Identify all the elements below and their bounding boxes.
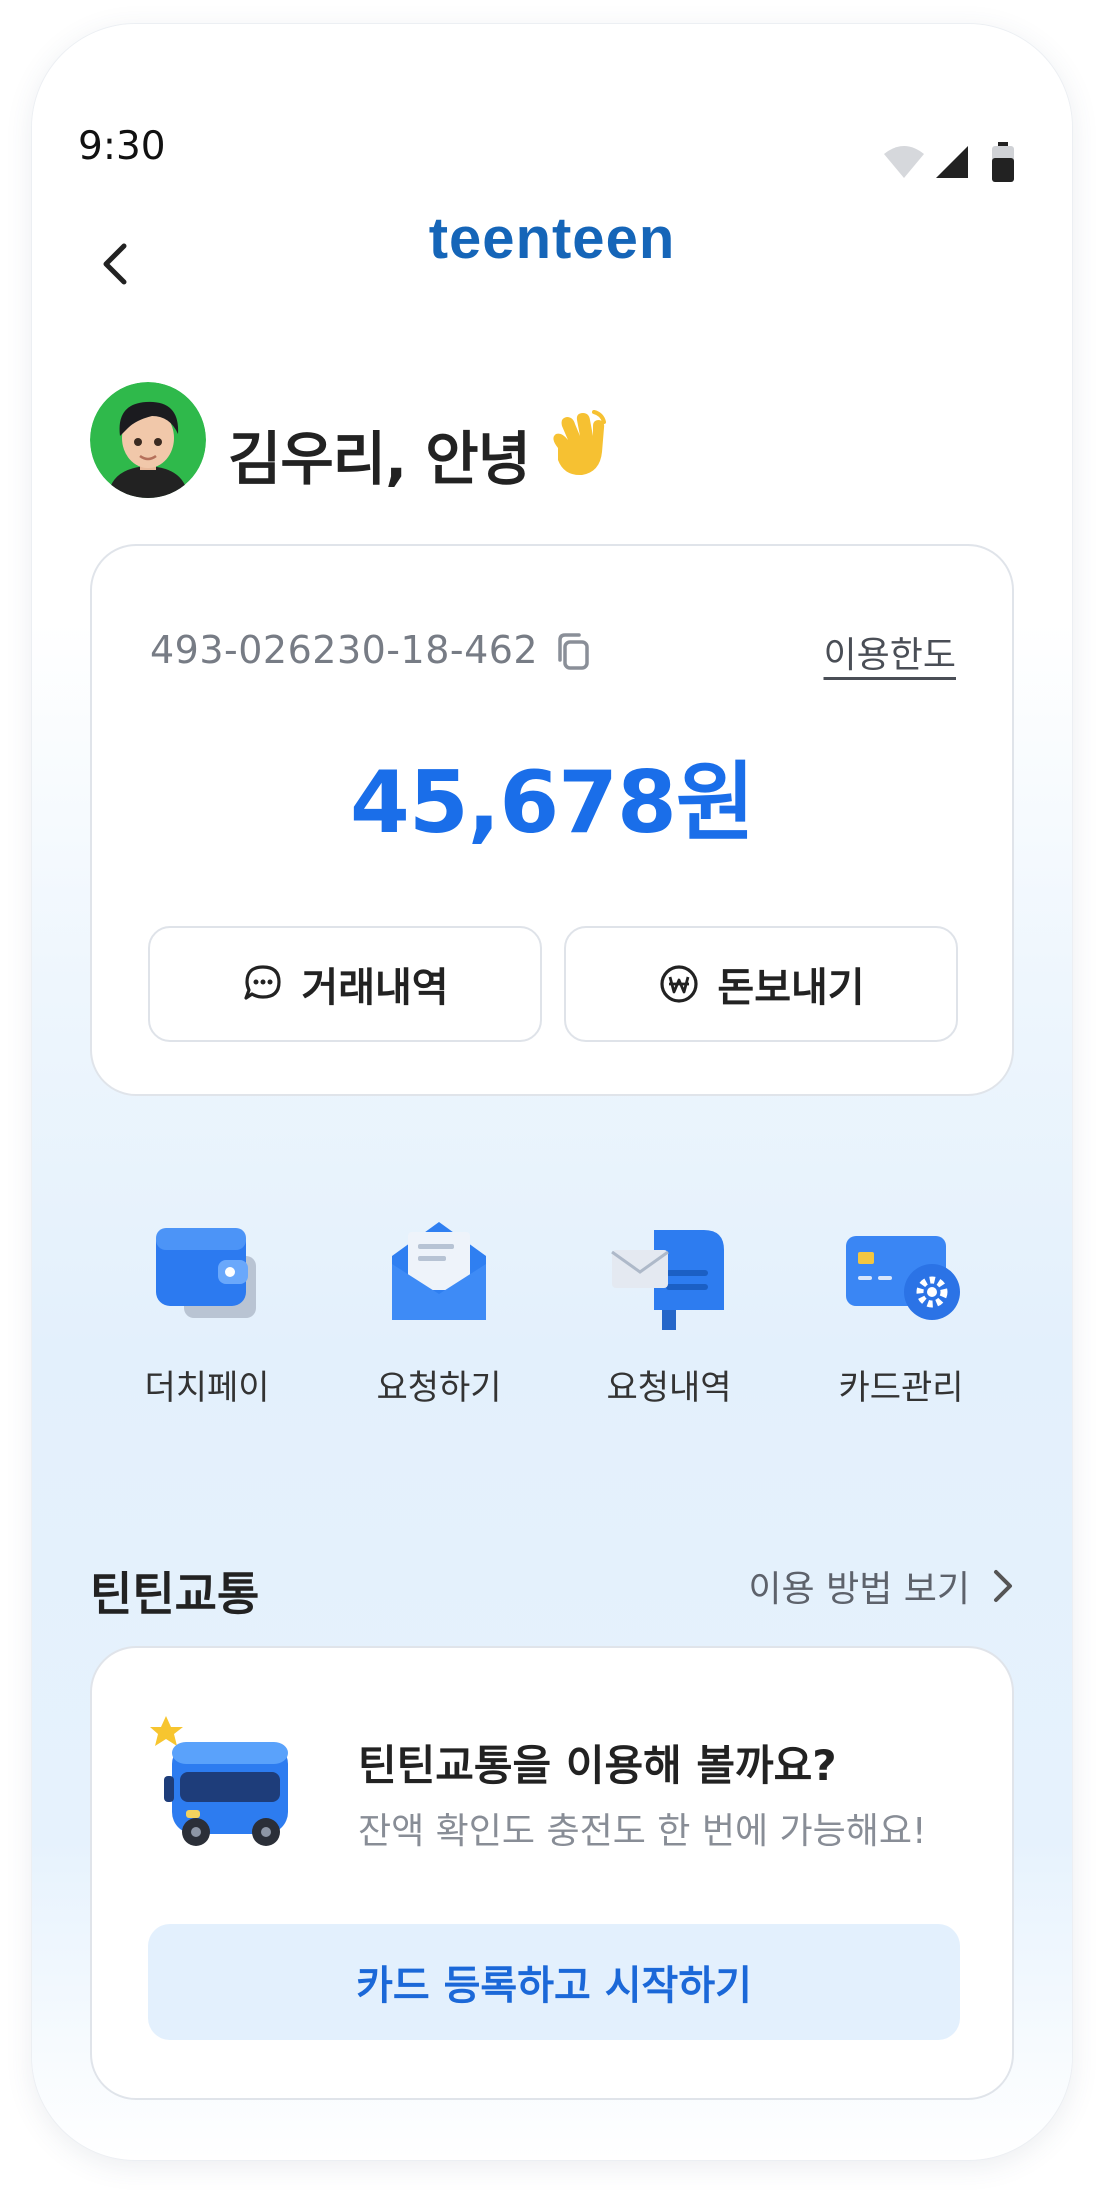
transit-card: 틴틴교통을 이용해 볼까요? 잔액 확인도 충전도 한 번에 가능해요! 카드 … <box>90 1646 1014 2100</box>
status-icons <box>882 142 1032 186</box>
chevron-left-icon <box>103 243 127 285</box>
mailbox-icon <box>611 1230 724 1330</box>
status-time: 9:30 <box>78 124 166 169</box>
balance-card: 493-026230-18-462 이용한도 45,678원 거래내역 돈보내기 <box>90 544 1014 1096</box>
svg-text:teenteen: teenteen <box>429 208 676 271</box>
battery-icon <box>992 142 1014 182</box>
teenteen-logo: teenteen <box>429 208 676 271</box>
wallet-icon <box>156 1228 256 1318</box>
chevron-right-icon <box>994 1570 1012 1602</box>
back-button[interactable] <box>86 234 146 294</box>
phone-screen: 9:30 teenteen 김우리, 안녕 493-026230-18-462 … <box>32 24 1072 2160</box>
how-to-use-label: 이용 방법 보기 <box>748 1569 970 1610</box>
bus-icon <box>150 1716 288 1846</box>
greeting-text: 김우리, 안녕 <box>228 425 531 493</box>
chat-bubble-icon <box>244 965 281 1000</box>
usage-limit-link[interactable]: 이용한도 <box>824 626 956 678</box>
quick-menu-dutch-pay[interactable]: 더치페이 <box>92 1214 322 1409</box>
quick-menu-label: 더치페이 <box>144 1368 270 1408</box>
waving-hand-icon <box>553 410 606 476</box>
register-card-start-button[interactable]: 카드 등록하고 시작하기 <box>148 1924 960 2040</box>
signal-icon <box>936 146 968 178</box>
transit-card-title: 틴틴교통을 이용해 볼까요? <box>358 1741 837 1790</box>
how-to-use-link[interactable]: 이용 방법 보기 <box>748 1560 1016 1612</box>
quick-menu-request[interactable]: 요청하기 <box>324 1214 554 1409</box>
avatar-image <box>90 382 206 498</box>
quick-menu-label: 요청하기 <box>376 1368 502 1408</box>
quick-menu-request-history[interactable]: 요청내역 <box>554 1214 784 1409</box>
open-envelope-icon <box>392 1222 486 1320</box>
quick-menu-label: 요청내역 <box>606 1368 732 1408</box>
transit-card-subtitle: 잔액 확인도 충전도 한 번에 가능해요! <box>358 1811 927 1852</box>
avatar[interactable] <box>90 382 206 498</box>
card-settings-icon <box>846 1236 960 1320</box>
quick-menu-card-management[interactable]: 카드관리 <box>786 1214 1016 1409</box>
account-number: 493-026230-18-462 <box>150 628 539 672</box>
won-coin-icon <box>660 965 698 1003</box>
transaction-history-label: 거래내역 <box>301 965 449 1011</box>
send-money-label: 돈보내기 <box>717 965 865 1011</box>
copy-icon[interactable] <box>552 630 596 674</box>
balance-amount: 45,678원 <box>350 753 755 853</box>
send-money-button[interactable]: 돈보내기 <box>564 926 958 1042</box>
wifi-icon <box>884 146 924 178</box>
transit-section-title: 틴틴교통 <box>90 1567 260 1621</box>
quick-menu-label: 카드관리 <box>838 1368 964 1408</box>
transaction-history-button[interactable]: 거래내역 <box>148 926 542 1042</box>
